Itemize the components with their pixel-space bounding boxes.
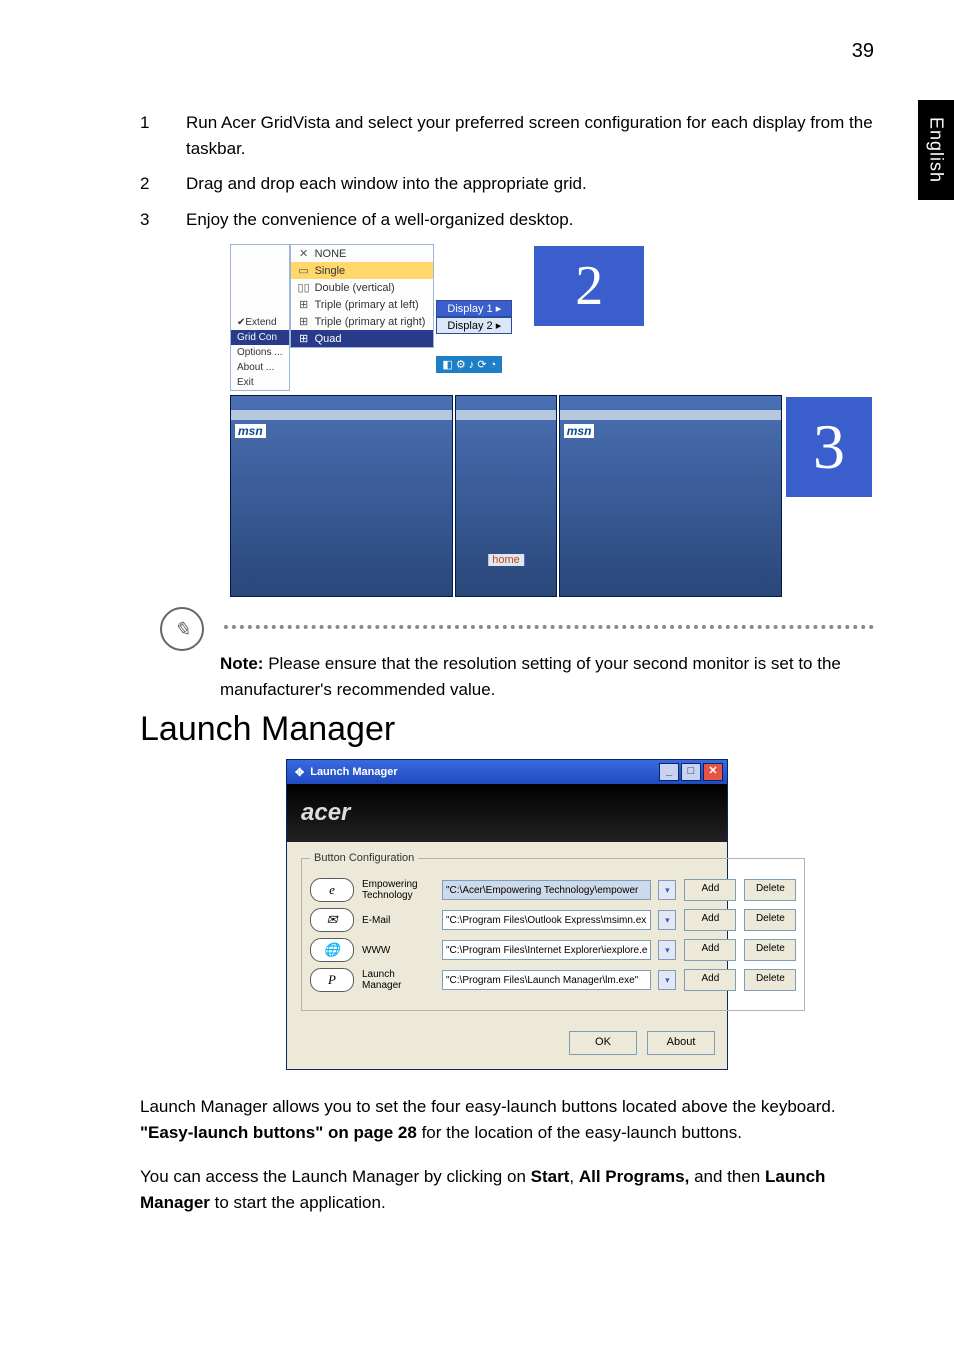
steps-list: Run Acer GridVista and select your prefe… xyxy=(140,110,874,232)
step-3: Enjoy the convenience of a well-organize… xyxy=(140,207,874,233)
launch-manager-window: ✥ Launch Manager _ □ ✕ acer Button Confi… xyxy=(286,759,728,1070)
menu-options[interactable]: Options ... xyxy=(237,347,283,358)
p1-c: for the location of the easy-launch butt… xyxy=(417,1123,742,1142)
section-title: Launch Manager xyxy=(140,710,874,749)
note-label: Note: xyxy=(220,654,263,673)
p2-a: You can access the Launch Manager by cli… xyxy=(140,1167,531,1186)
close-button[interactable]: ✕ xyxy=(703,763,723,781)
note-body: Please ensure that the resolution settin… xyxy=(220,654,841,699)
delete-button-2[interactable]: Delete xyxy=(744,939,796,961)
keycap-p: P xyxy=(310,968,354,992)
msn-logo-2: msn xyxy=(564,424,595,438)
desktop-panel-1: msn xyxy=(230,395,453,597)
opt-none[interactable]: NONE xyxy=(315,248,347,260)
home-label: home xyxy=(488,554,524,566)
language-tab-label: English xyxy=(926,117,947,183)
add-button-1[interactable]: Add xyxy=(684,909,736,931)
note-text: Note: Please ensure that the resolution … xyxy=(220,651,874,702)
add-button-2[interactable]: Add xyxy=(684,939,736,961)
config-row-email: ✉ E-Mail "C:\Program Files\Outlook Expre… xyxy=(310,908,796,932)
path-email[interactable]: "C:\Program Files\Outlook Express\msimn.… xyxy=(442,910,651,930)
p2-comma1: , xyxy=(569,1167,578,1186)
add-button-3[interactable]: Add xyxy=(684,969,736,991)
window-title: Launch Manager xyxy=(310,766,657,778)
display-2[interactable]: Display 2 ▸ xyxy=(436,317,512,334)
brand-header: acer xyxy=(287,784,727,842)
button-configuration-group: Button Configuration e Empowering Techno… xyxy=(301,852,805,1011)
page-number: 39 xyxy=(852,40,874,63)
path-www[interactable]: "C:\Program Files\Internet Explorer\iexp… xyxy=(442,940,651,960)
p2-c: All Programs, xyxy=(579,1167,690,1186)
menu-extend[interactable]: Extend xyxy=(245,317,276,328)
label-empowering: Empowering Technology xyxy=(362,879,434,901)
ok-button[interactable]: OK xyxy=(569,1031,637,1055)
config-row-launchmgr: P Launch Manager "C:\Program Files\Launc… xyxy=(310,968,796,992)
p2-d: and then xyxy=(689,1167,765,1186)
opt-single[interactable]: Single xyxy=(315,265,346,277)
badge-2: 2 xyxy=(532,244,646,328)
titlebar: ✥ Launch Manager _ □ ✕ xyxy=(287,760,727,784)
chevron-down-icon[interactable]: ▾ xyxy=(658,940,676,960)
config-row-www: 🌐 WWW "C:\Program Files\Internet Explore… xyxy=(310,938,796,962)
paragraph-1: Launch Manager allows you to set the fou… xyxy=(140,1094,874,1147)
opt-double[interactable]: Double (vertical) xyxy=(315,282,395,294)
p2-f: to start the application. xyxy=(210,1193,386,1212)
maximize-button[interactable]: □ xyxy=(681,763,701,781)
badge-3: 3 xyxy=(784,395,874,499)
step-2: Drag and drop each window into the appro… xyxy=(140,171,874,197)
acer-logo: acer xyxy=(301,799,350,827)
about-button[interactable]: About xyxy=(647,1031,715,1055)
desktop-panel-3: msn xyxy=(559,395,782,597)
paragraph-2: You can access the Launch Manager by cli… xyxy=(140,1164,874,1217)
menu-about[interactable]: About ... xyxy=(237,362,274,373)
delete-button-0[interactable]: Delete xyxy=(744,879,796,901)
path-launchmgr[interactable]: "C:\Program Files\Launch Manager\lm.exe" xyxy=(442,970,651,990)
opt-triple-l[interactable]: Triple (primary at left) xyxy=(315,299,419,311)
desktop-panel-2: home xyxy=(455,395,557,597)
minimize-button[interactable]: _ xyxy=(659,763,679,781)
p1-a: Launch Manager allows you to set the fou… xyxy=(140,1097,836,1116)
chevron-down-icon[interactable]: ▾ xyxy=(658,970,676,990)
p1-b: "Easy-launch buttons" on page 28 xyxy=(140,1123,417,1142)
display-1[interactable]: Display 1 ▸ xyxy=(436,300,512,317)
label-www: WWW xyxy=(362,945,434,956)
tray-icons: ◧ ⚙ ♪ ⟳ ◔ xyxy=(436,356,502,373)
opt-triple-r[interactable]: Triple (primary at right) xyxy=(315,316,426,328)
app-icon: ✥ xyxy=(295,766,304,779)
menu-exit[interactable]: Exit xyxy=(237,377,254,388)
keycap-e: e xyxy=(310,878,354,902)
path-empowering[interactable]: "C:\Acer\Empowering Technology\empower xyxy=(442,880,651,900)
p2-b: Start xyxy=(531,1167,570,1186)
chevron-down-icon[interactable]: ▾ xyxy=(658,910,676,930)
gridvista-screenshot: ✔Extend Grid Con Options ... About ... E… xyxy=(230,244,874,597)
opt-quad[interactable]: Quad xyxy=(315,333,342,345)
msn-logo-1: msn xyxy=(235,424,266,438)
note-icon: ✎ xyxy=(160,607,204,651)
config-row-empowering: e Empowering Technology "C:\Acer\Empower… xyxy=(310,878,796,902)
menu-gridcon[interactable]: Grid Con xyxy=(237,332,277,343)
step-1: Run Acer GridVista and select your prefe… xyxy=(140,110,874,161)
language-tab: English xyxy=(918,100,954,200)
delete-button-1[interactable]: Delete xyxy=(744,909,796,931)
label-email: E-Mail xyxy=(362,915,434,926)
keycap-mail: ✉ xyxy=(310,908,354,932)
chevron-down-icon[interactable]: ▾ xyxy=(658,880,676,900)
add-button-0[interactable]: Add xyxy=(684,879,736,901)
label-launchmgr: Launch Manager xyxy=(362,969,434,991)
delete-button-3[interactable]: Delete xyxy=(744,969,796,991)
note-divider xyxy=(224,625,874,629)
group-legend: Button Configuration xyxy=(310,852,418,864)
keycap-www: 🌐 xyxy=(310,938,354,962)
